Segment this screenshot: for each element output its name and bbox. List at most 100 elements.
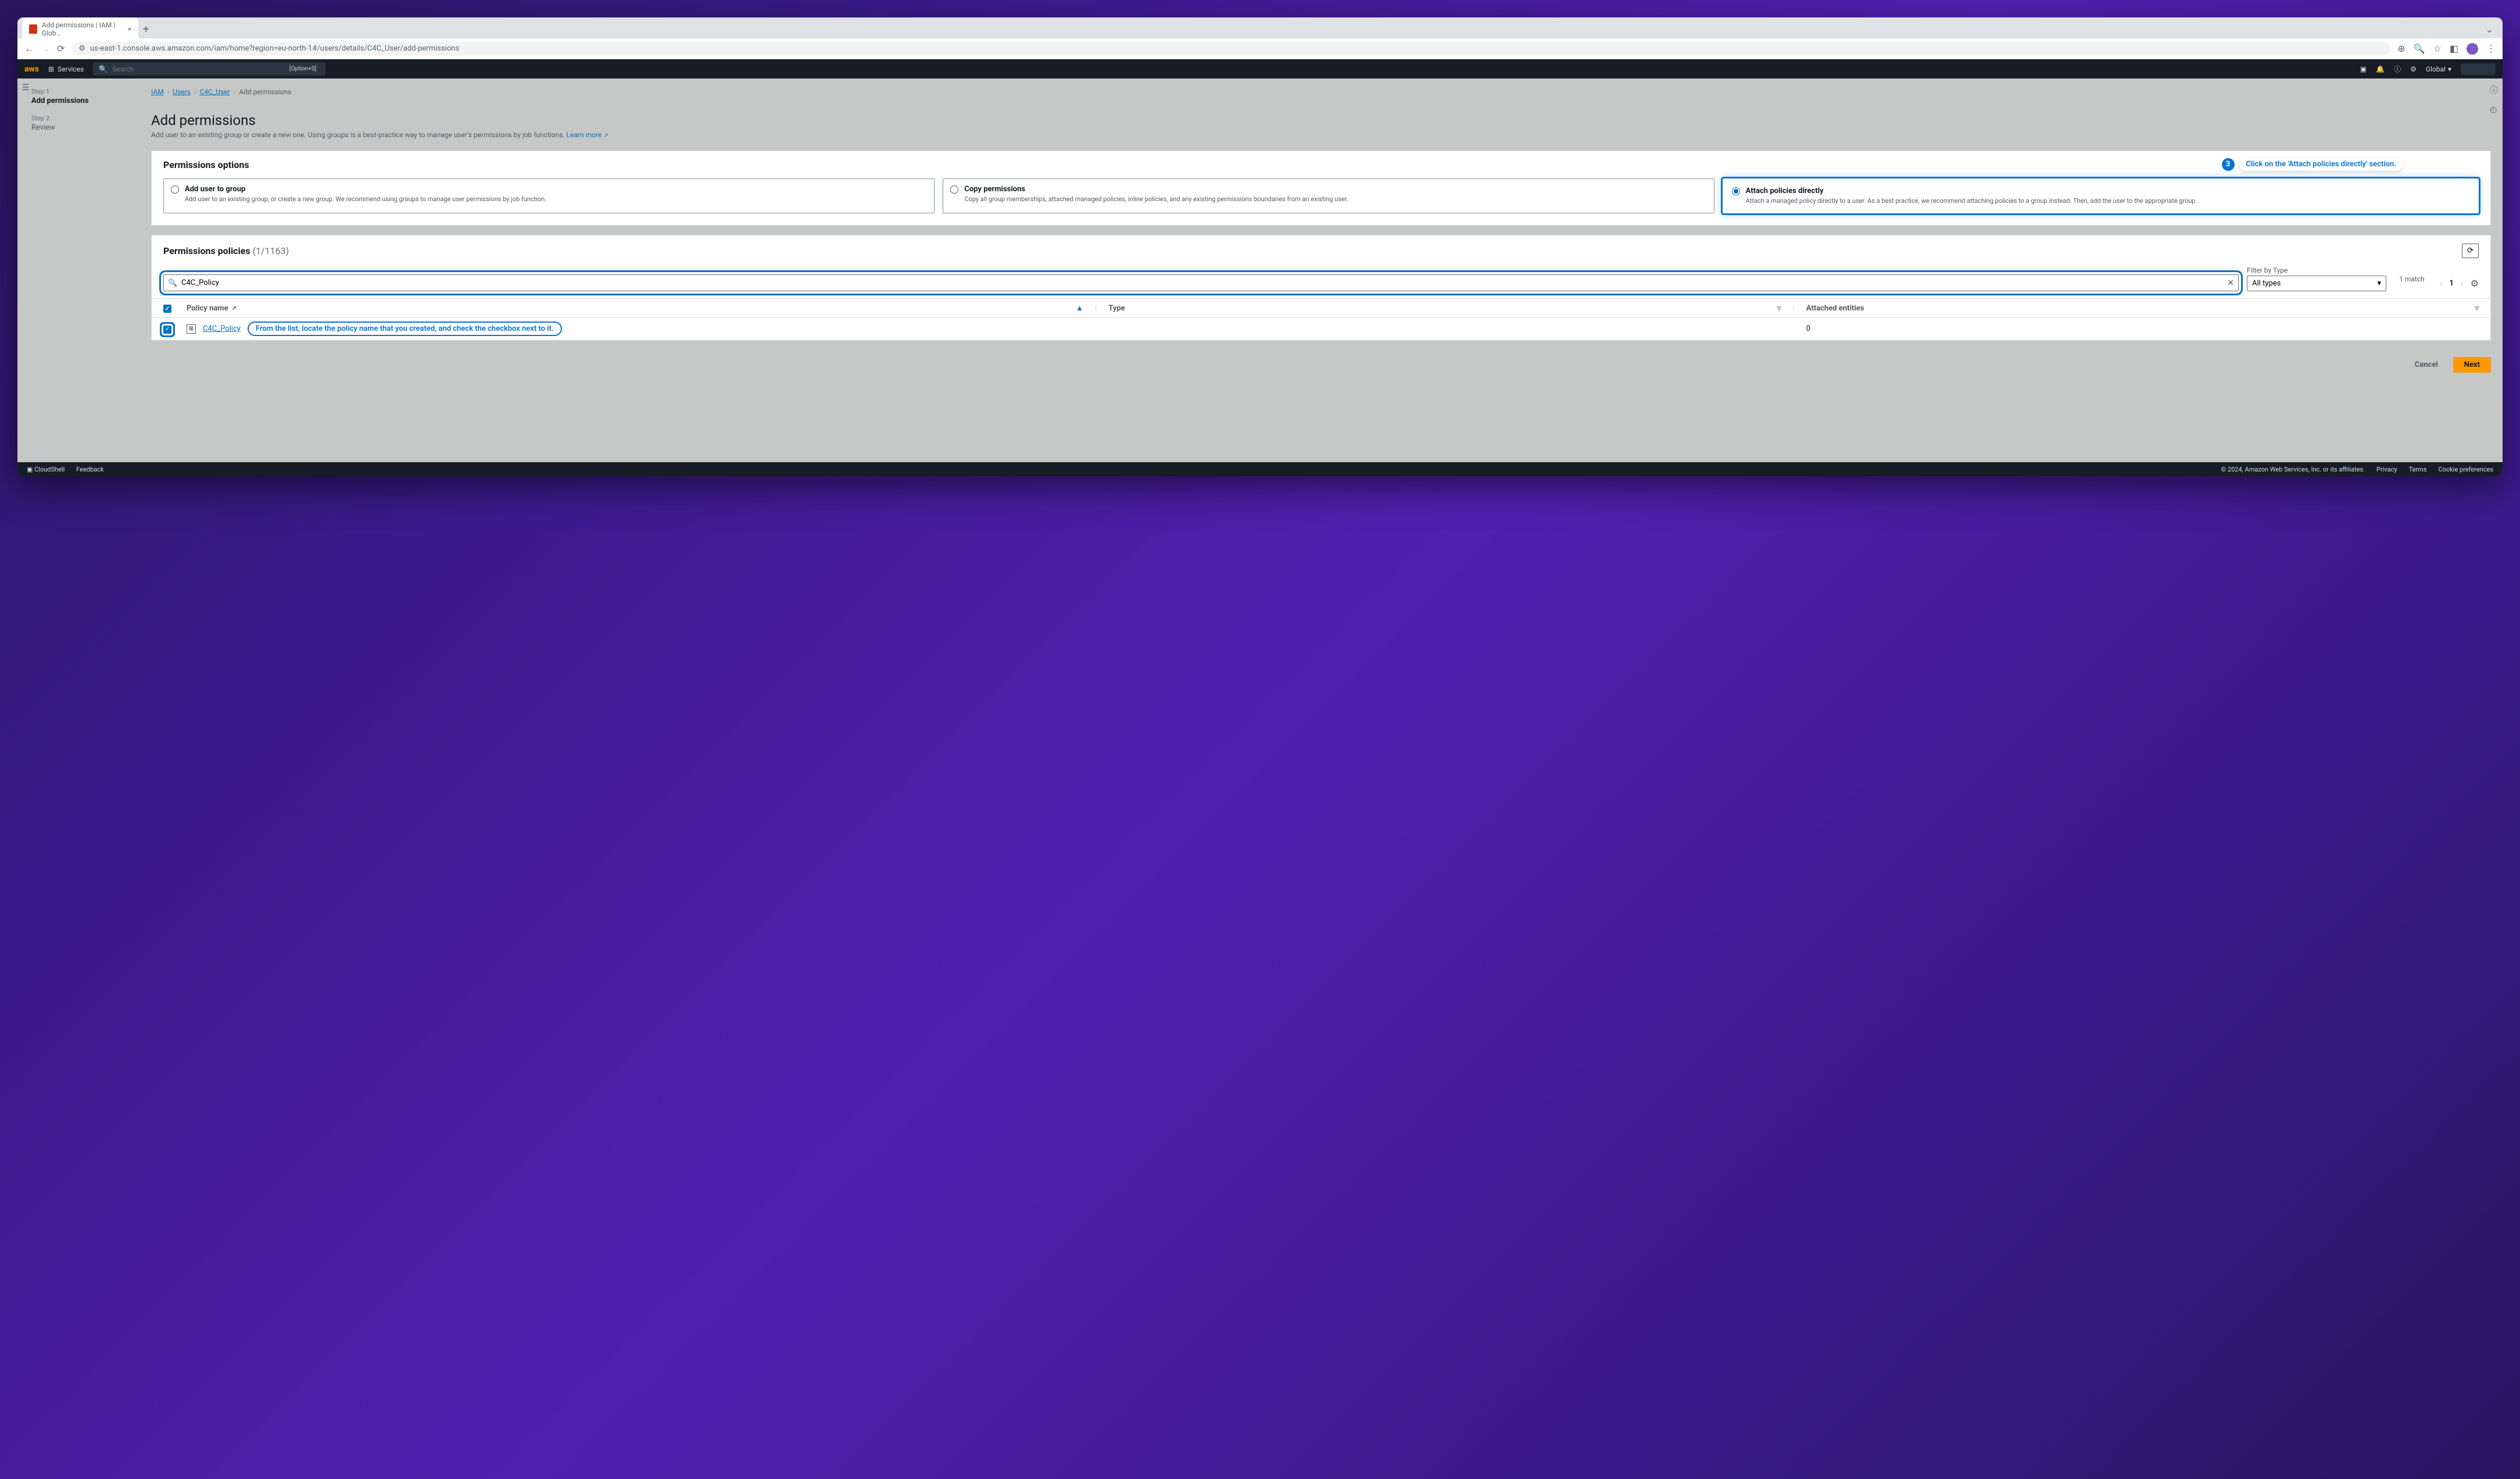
close-icon[interactable]: × <box>128 25 131 33</box>
option-title: Add user to group <box>185 185 546 194</box>
settings-icon[interactable]: ⚙ <box>2410 65 2417 73</box>
extensions-icon[interactable]: ◧ <box>2450 43 2458 54</box>
help-icon[interactable]: ⓘ <box>2394 64 2401 74</box>
menu-icon[interactable]: ⋮ <box>2486 43 2496 54</box>
col-label: Policy name <box>187 304 228 313</box>
cloudshell-icon[interactable]: ▣ <box>2360 65 2367 73</box>
search-icon: 🔍 <box>99 65 108 73</box>
next-button[interactable]: Next <box>2453 357 2491 373</box>
chevron-down-icon: ▾ <box>2448 65 2451 73</box>
toolbar-icons: ⊕ 🔍 ☆ ◧ ⋮ <box>2397 43 2496 55</box>
forward-button[interactable]: → <box>41 43 50 55</box>
chevron-right-icon: › <box>167 88 170 96</box>
region-selector[interactable]: Global ▾ <box>2426 65 2451 73</box>
prev-page-button[interactable]: ‹ <box>2437 276 2445 291</box>
row-checkbox[interactable]: ✓ <box>163 326 171 334</box>
tab-title: Add permissions | IAM | Glob… <box>42 21 123 37</box>
cookie-link[interactable]: Cookie preferences <box>2439 466 2493 473</box>
step-2-label: Step 2 <box>31 115 126 122</box>
table-header: ✓ Policy name ↗ ▲ | Type ▿ | <box>152 298 2490 318</box>
breadcrumb-iam[interactable]: IAM <box>151 88 164 96</box>
notifications-icon[interactable]: 🔔 <box>2376 65 2385 73</box>
back-button[interactable]: ← <box>24 43 34 55</box>
policy-search-box: 🔍 ✕ <box>163 274 2239 291</box>
chevron-right-icon: › <box>234 88 236 96</box>
external-link-icon: ↗ <box>232 305 237 312</box>
policies-header: Permissions policies (1/1163) ⟳ <box>152 235 2490 266</box>
breadcrumb-current: Add permissions <box>239 88 291 96</box>
filter-value: All types <box>2252 279 2281 288</box>
services-menu[interactable]: ⊞ Services <box>48 65 84 73</box>
bookmark-icon[interactable]: ☆ <box>2433 43 2442 54</box>
radio-checked[interactable] <box>1732 187 1740 195</box>
browser-tab[interactable]: Add permissions | IAM | Glob… × <box>22 17 138 41</box>
callout-3: 3 Click on the 'Attach policies directly… <box>2222 158 2403 171</box>
option-copy-permissions[interactable]: Copy permissions Copy all group membersh… <box>943 178 1714 213</box>
permissions-options-title: Permissions options <box>152 151 2490 178</box>
policy-search-input[interactable] <box>163 274 2239 291</box>
profile-icon[interactable] <box>2467 43 2478 55</box>
new-tab-button[interactable]: + <box>143 23 149 35</box>
col-type[interactable]: Type ▿ <box>1108 304 1781 313</box>
clear-icon[interactable]: ✕ <box>2227 278 2234 288</box>
step-2[interactable]: Step 2 Review <box>31 115 126 132</box>
option-attach-wrapper: 3 Click on the 'Attach policies directly… <box>1723 178 2479 213</box>
refresh-button[interactable]: ⟳ <box>2462 244 2479 258</box>
reload-button[interactable]: ⟳ <box>57 43 65 54</box>
chevron-down-icon: ▾ <box>2377 279 2381 288</box>
filter-type-select[interactable]: All types ▾ <box>2247 276 2386 291</box>
match-count: 1 match <box>2394 275 2429 283</box>
aws-search[interactable]: 🔍 [Option+S] <box>93 62 325 76</box>
option-desc: Copy all group memberships, attached man… <box>964 195 1348 203</box>
policies-table: ✓ Policy name ↗ ▲ | Type ▿ | <box>152 298 2490 340</box>
aws-search-input[interactable] <box>112 65 281 73</box>
cloudshell-link[interactable]: ▣ CloudShell <box>27 466 65 473</box>
site-settings-icon[interactable]: ⚙ <box>78 44 85 53</box>
wizard-sidebar: Step 1 Add permissions Step 2 Review <box>17 78 139 462</box>
option-title: Attach policies directly <box>1746 187 2197 195</box>
option-desc: Attach a managed policy directly to a us… <box>1746 197 2197 205</box>
step-1-title: Add permissions <box>31 97 126 105</box>
breadcrumb-users[interactable]: Users <box>173 88 191 96</box>
col-label: Attached entities <box>1806 304 1864 313</box>
cancel-button[interactable]: Cancel <box>2406 357 2447 373</box>
main-content: IAM › Users › C4C_User › Add permissions… <box>139 78 2503 462</box>
options-row: Add user to group Add user to an existin… <box>152 178 2490 225</box>
select-all-checkbox[interactable]: ✓ <box>163 305 171 313</box>
next-page-button[interactable]: › <box>2458 276 2466 291</box>
tabs-dropdown-icon[interactable]: ⌄ <box>2486 24 2493 35</box>
aws-logo[interactable]: aws <box>24 65 39 74</box>
callout-badge: 3 <box>2222 158 2235 171</box>
terms-link[interactable]: Terms <box>2409 466 2427 473</box>
col-policy-name[interactable]: Policy name ↗ ▲ <box>187 303 1083 313</box>
sort-icon: ▿ <box>1777 304 1781 313</box>
learn-more-link[interactable]: Learn more ↗ <box>567 131 608 139</box>
grid-icon: ⊞ <box>48 65 54 73</box>
policies-title: Permissions policies <box>163 245 250 256</box>
zoom-icon[interactable]: 🔍 <box>2414 43 2425 54</box>
breadcrumb-user[interactable]: C4C_User <box>200 88 230 96</box>
col-attached-entities[interactable]: Attached entities ▿ <box>1806 304 2479 313</box>
permissions-options-panel: Permissions options Add user to group Ad… <box>151 151 2491 226</box>
step-2-title: Review <box>31 123 126 132</box>
account-menu[interactable] <box>2461 63 2496 75</box>
table-settings-icon[interactable]: ⚙ <box>2471 278 2479 289</box>
feedback-link[interactable]: Feedback <box>76 466 103 473</box>
content-area: ☰ ⓘ ◴ Step 1 Add permissions Step 2 Revi… <box>17 78 2503 462</box>
radio-unchecked[interactable] <box>950 185 958 194</box>
step-1[interactable]: Step 1 Add permissions <box>31 88 126 105</box>
policy-link[interactable]: C4C_Policy <box>203 324 241 333</box>
page-title: Add permissions <box>151 112 2491 128</box>
privacy-link[interactable]: Privacy <box>2376 466 2397 473</box>
url-bar[interactable]: ⚙ us-east-1.console.aws.amazon.com/iam/h… <box>71 42 2390 55</box>
radio-unchecked[interactable] <box>171 185 179 194</box>
translate-icon[interactable]: ⊕ <box>2397 43 2405 54</box>
policies-count: (1/1163) <box>253 245 289 256</box>
col-label: Type <box>1108 304 1125 313</box>
page-number: 1 <box>2449 279 2453 288</box>
option-add-to-group[interactable]: Add user to group Add user to an existin… <box>163 178 935 213</box>
sort-icon: ▿ <box>2475 304 2479 313</box>
external-link-icon: ↗ <box>603 133 608 139</box>
filter-type: Filter by Type All types ▾ <box>2247 266 2386 291</box>
option-attach-policies[interactable]: Attach policies directly Attach a manage… <box>1723 178 2479 213</box>
